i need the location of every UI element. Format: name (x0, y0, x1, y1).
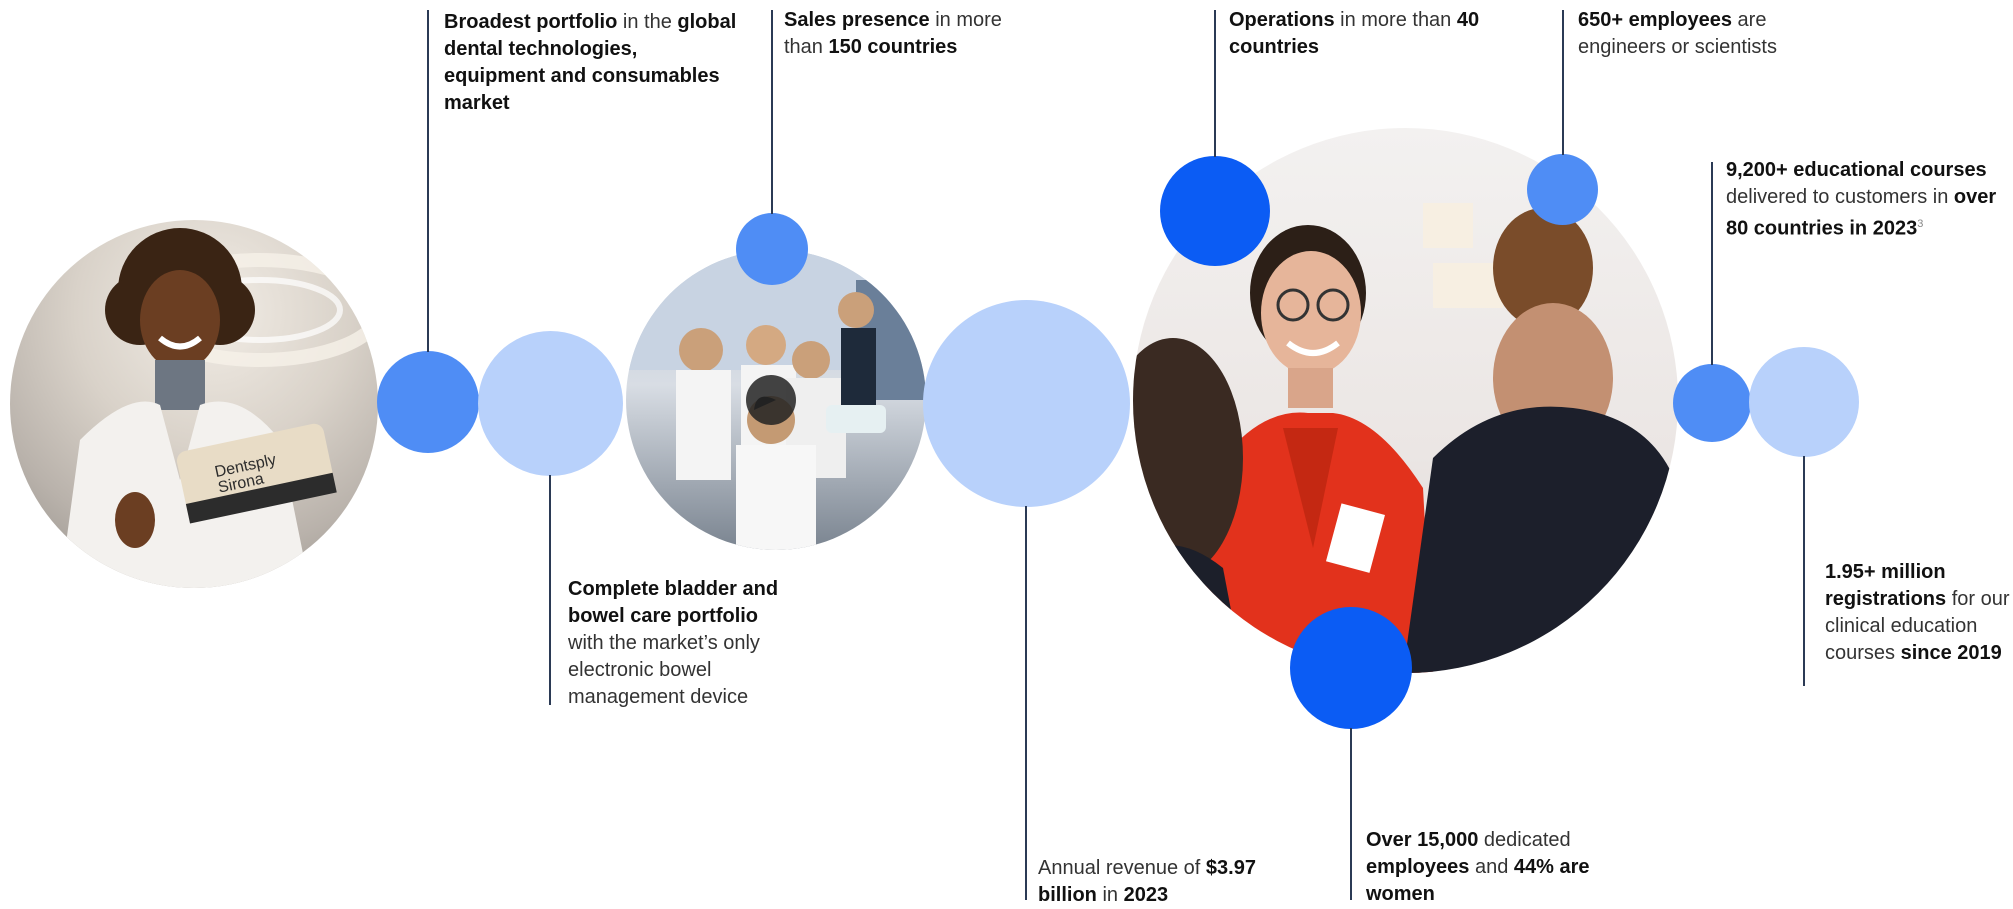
operations-circle (1160, 156, 1270, 266)
photo-group-illustration (626, 250, 926, 550)
revenue-connector (1025, 506, 1027, 900)
courses-circle (1673, 364, 1751, 442)
employees-fact: Over 15,000 dedicated employees and 44% … (1366, 829, 1590, 905)
registrations-fact: 1.95+ million registrations for our clin… (1825, 561, 2010, 664)
employees-connector (1350, 728, 1352, 900)
bladder-connector (549, 475, 551, 705)
operations-connector (1214, 10, 1216, 157)
employees-circle (1290, 607, 1412, 729)
registrations-circle (1749, 347, 1859, 457)
revenue-circle (923, 300, 1130, 507)
courses-connector (1711, 162, 1713, 365)
sales-connector (771, 10, 773, 214)
engineers-fact: 650+ employees are engineers or scientis… (1578, 9, 1777, 58)
sales-circle (736, 213, 808, 285)
revenue-fact: Annual revenue of $3.97 billion in 2023 (1038, 857, 1256, 906)
bladder-circle (478, 331, 623, 476)
registrations-connector (1803, 456, 1805, 686)
portfolio-connector (427, 10, 429, 352)
photo-woman-with-bag: Dentsply Sirona (10, 220, 378, 588)
portfolio-circle (377, 351, 479, 453)
engineers-connector (1562, 10, 1564, 155)
photo-woman-illustration: Dentsply Sirona (60, 228, 378, 588)
operations-fact: Operations in more than 40 countries (1229, 9, 1480, 58)
bladder-fact: Complete bladder and bowel care portfoli… (568, 578, 779, 708)
engineers-circle (1527, 154, 1598, 225)
portfolio-fact: Broadest portfolio in the global dental … (444, 11, 737, 114)
photo-group-celebrating (626, 250, 926, 550)
courses-fact: 9,200+ educational courses delivered to … (1726, 159, 1997, 240)
sales-fact: Sales presence in more than 150 countrie… (784, 9, 1002, 58)
